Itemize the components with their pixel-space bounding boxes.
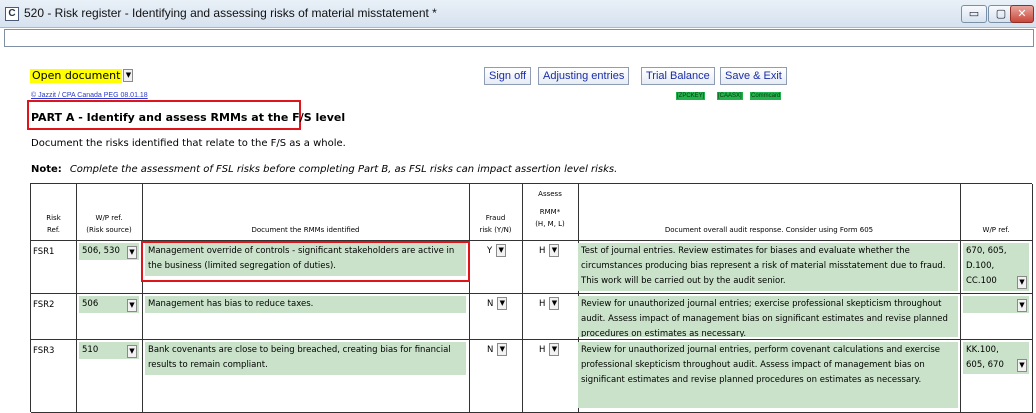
- document-area: Open document ▼ © Jazzit / CPA Canada PE…: [0, 48, 1036, 413]
- header-assess-rmm: Assess RMM* (H, M, L): [535, 190, 565, 228]
- row2-assess-select[interactable]: H ▼: [539, 297, 560, 310]
- header-risk-ref: Risk Ref.: [46, 214, 61, 234]
- row2-risk-ref: FSR2: [33, 300, 55, 310]
- row3-fraud-select[interactable]: N ▼: [487, 343, 508, 356]
- row3-wp-ref-field[interactable]: 510 ▼: [79, 342, 139, 359]
- row3-wp-ref-2-field[interactable]: KK.100, 605, 670 ▼: [963, 342, 1029, 374]
- app-icon: C: [5, 7, 19, 21]
- row3-response-field[interactable]: Review for unauthorized journal entries,…: [578, 342, 958, 408]
- tag-caasx: [CAASX]: [717, 92, 743, 100]
- chevron-down-icon[interactable]: ▼: [127, 345, 137, 358]
- chevron-down-icon[interactable]: ▼: [123, 69, 134, 82]
- chevron-down-icon[interactable]: ▼: [127, 246, 137, 259]
- header-response: Document overall audit response. Conside…: [664, 226, 874, 234]
- header-rmms: Document the RMMs identified: [251, 226, 360, 234]
- tag-zpckey: [ZPCKEY]: [676, 92, 706, 100]
- minimize-button[interactable]: ▭: [961, 5, 987, 23]
- chevron-down-icon[interactable]: ▼: [497, 343, 508, 356]
- window-title: 520 - Risk register - Identifying and as…: [24, 6, 437, 20]
- open-document-dropdown[interactable]: Open document ▼: [30, 68, 134, 83]
- path-bar[interactable]: [4, 29, 1034, 47]
- window-titlebar: C 520 - Risk register - Identifying and …: [0, 0, 1036, 28]
- row1-wp-ref-2-field[interactable]: 670, 605, D.100, CC.100 ▼: [963, 243, 1029, 291]
- row2-wp-ref-2-field[interactable]: ▼: [963, 296, 1029, 313]
- chevron-down-icon[interactable]: ▼: [127, 299, 137, 312]
- row2-wp-ref-field[interactable]: 506 ▼: [79, 296, 139, 313]
- row2-fraud-select[interactable]: N ▼: [487, 297, 508, 310]
- part-a-instruction: Document the risks identified that relat…: [31, 138, 346, 149]
- chevron-down-icon[interactable]: ▼: [1017, 276, 1027, 289]
- note: Note: Complete the assessment of FSL risk…: [31, 164, 617, 175]
- row1-assess-select[interactable]: H ▼: [539, 244, 560, 257]
- header-fraud: Fraud risk (Y/N): [479, 214, 512, 234]
- row3-assess-select[interactable]: H ▼: [539, 343, 560, 356]
- row1-wp-ref-field[interactable]: 506, 530 ▼: [79, 243, 139, 260]
- row1-response-field[interactable]: Test of journal entries. Review estimate…: [578, 243, 958, 291]
- adjusting-entries-button[interactable]: Adjusting entries: [538, 67, 630, 85]
- risk-table: Risk Ref. W/P ref. (Risk source) Documen…: [30, 183, 1033, 413]
- chevron-down-icon[interactable]: ▼: [1017, 299, 1027, 312]
- chevron-down-icon[interactable]: ▼: [549, 297, 560, 310]
- copyright-link[interactable]: © Jazzit / CPA Canada PEG 08.01.18: [31, 92, 148, 99]
- rmm-callout-box: [141, 241, 470, 282]
- chevron-down-icon[interactable]: ▼: [497, 297, 508, 310]
- tag-commcard: Commcard: [750, 92, 782, 100]
- row3-risk-ref: FSR3: [33, 346, 55, 356]
- row1-fraud-select[interactable]: Y ▼: [487, 244, 507, 257]
- row3-rmm-field[interactable]: Bank covenants are close to being breach…: [145, 342, 466, 375]
- header-wp-ref-2: W/P ref.: [982, 226, 1010, 234]
- row1-risk-ref: FSR1: [33, 247, 55, 257]
- row2-response-field[interactable]: Review for unauthorized journal entries;…: [578, 296, 958, 337]
- part-a-heading: PART A - Identify and assess RMMs at the…: [31, 111, 346, 124]
- header-wp-ref: W/P ref. (Risk source): [86, 214, 132, 234]
- trial-balance-button[interactable]: Trial Balance: [641, 67, 715, 85]
- chevron-down-icon[interactable]: ▼: [549, 343, 560, 356]
- note-label: Note:: [31, 164, 62, 175]
- row2-rmm-field[interactable]: Management has bias to reduce taxes.: [145, 296, 466, 313]
- open-document-label: Open document: [30, 68, 123, 83]
- chevron-down-icon[interactable]: ▼: [1017, 359, 1027, 372]
- sign-off-button[interactable]: Sign off: [484, 67, 532, 85]
- chevron-down-icon[interactable]: ▼: [496, 244, 507, 257]
- chevron-down-icon[interactable]: ▼: [549, 244, 560, 257]
- save-exit-button[interactable]: Save & Exit: [720, 67, 787, 85]
- close-button[interactable]: ✕: [1010, 5, 1034, 23]
- note-text: Complete the assessment of FSL risks bef…: [69, 164, 618, 175]
